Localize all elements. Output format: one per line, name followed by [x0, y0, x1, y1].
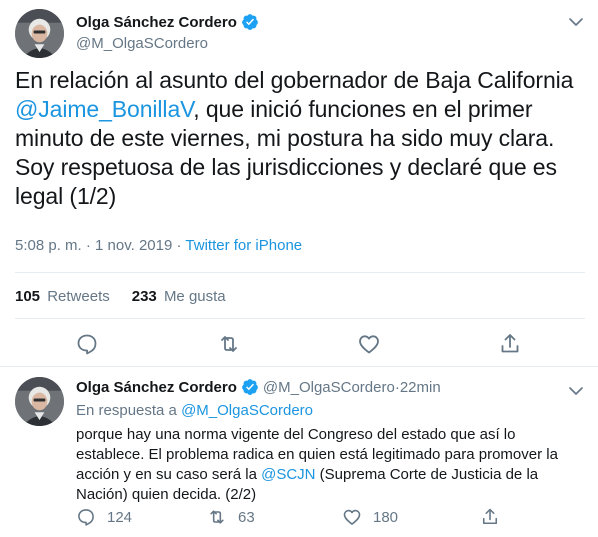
in-reply-handle-link[interactable]: @M_OlgaSCordero	[181, 402, 313, 419]
reply-count: 124	[107, 508, 133, 526]
divider	[15, 318, 585, 319]
avatar-photo	[15, 377, 64, 426]
retweet-icon	[210, 510, 224, 524]
retweet-count: 63	[238, 508, 255, 526]
retweet-button[interactable]: 63	[207, 507, 255, 527]
share-icon[interactable]	[498, 332, 522, 356]
reply-author-line: Olga Sánchez Cordero @M_OlgaSCordero · 2…	[76, 378, 441, 396]
chevron-down-icon[interactable]	[567, 382, 585, 400]
chevron-down-icon[interactable]	[567, 13, 585, 31]
retweets-label: Retweets	[47, 288, 110, 305]
tweet-source-link[interactable]: Twitter for iPhone	[185, 237, 302, 254]
mention-link[interactable]: @Jaime_BonillaV	[15, 96, 193, 122]
meta-separator: ·	[81, 237, 96, 254]
verified-badge-icon	[241, 13, 259, 31]
reply-author-handle[interactable]: @M_OlgaSCordero	[263, 379, 395, 396]
reply-button[interactable]: 124	[76, 507, 132, 527]
reply-actions: 124 63 180	[0, 507, 598, 531]
retweet-icon[interactable]	[217, 332, 241, 356]
likes-stat[interactable]: 233 Me gusta	[132, 288, 226, 305]
meta-separator: ·	[172, 237, 186, 254]
tweet-text: En relación al asunto del gobernador de …	[15, 66, 585, 211]
reply-age[interactable]: 22min	[400, 379, 441, 396]
author-name[interactable]: Olga Sánchez Cordero	[76, 14, 237, 31]
reply-icon	[78, 509, 94, 526]
share-icon	[482, 508, 498, 525]
tweet-time[interactable]: 5:08 p. m.	[15, 237, 82, 254]
tweet-date[interactable]: 1 nov. 2019	[95, 237, 172, 254]
in-reply-to: En respuesta a @M_OlgaSCordero	[76, 402, 313, 419]
avatar[interactable]	[15, 9, 64, 58]
author-handle[interactable]: @M_OlgaSCordero	[76, 35, 208, 52]
like-button[interactable]: 180	[342, 507, 398, 527]
reply-tweet-text: porque hay una norma vigente del Congres…	[76, 425, 581, 505]
heart-icon[interactable]	[357, 332, 381, 356]
divider	[15, 272, 585, 273]
verified-badge-icon	[241, 378, 259, 396]
like-count: 180	[373, 508, 399, 526]
tweet-stats: 105 Retweets 233 Me gusta	[15, 288, 226, 305]
author-name-line[interactable]: Olga Sánchez Cordero	[76, 13, 259, 31]
retweets-stat[interactable]: 105 Retweets	[15, 288, 110, 305]
retweets-count: 105	[15, 288, 41, 305]
reply-icon[interactable]	[75, 332, 99, 356]
reply-author-name[interactable]: Olga Sánchez Cordero	[76, 379, 237, 396]
likes-count: 233	[131, 288, 157, 305]
main-tweet: Olga Sánchez Cordero @M_OlgaSCordero En …	[0, 0, 598, 367]
tweet-meta: 5:08 p. m. · 1 nov. 2019 · Twitter for i…	[15, 237, 302, 254]
mention-link[interactable]: @SCJN	[261, 466, 315, 483]
avatar-photo	[15, 9, 64, 58]
share-button[interactable]	[480, 507, 511, 527]
avatar[interactable]	[15, 377, 64, 426]
likes-label: Me gusta	[163, 288, 226, 305]
tweet-text-start: En relación al asunto del gobernador de …	[15, 67, 574, 93]
heart-icon	[343, 509, 361, 525]
in-reply-label: En respuesta a	[76, 402, 182, 419]
